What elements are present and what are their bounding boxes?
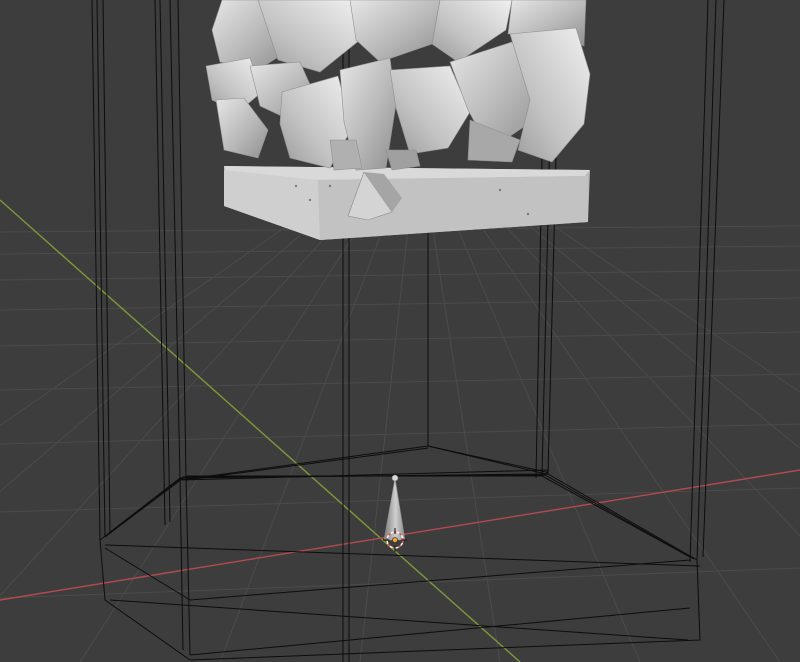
object-origin-icon <box>392 537 398 543</box>
3d-viewport[interactable] <box>0 0 800 662</box>
stone-base-slab[interactable] <box>224 166 590 240</box>
viewport-scene[interactable] <box>0 0 800 662</box>
floor-grid <box>0 209 800 662</box>
rock-cluster-mesh[interactable] <box>205 0 591 171</box>
